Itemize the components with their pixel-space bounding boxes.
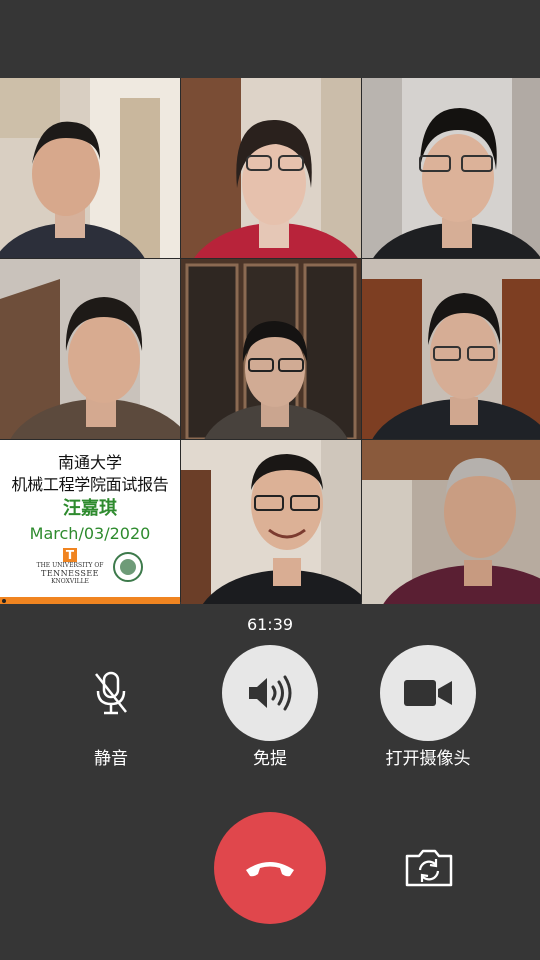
phone-hangup-icon bbox=[246, 862, 294, 877]
hangup-button[interactable] bbox=[214, 812, 326, 924]
mute-label: 静音 bbox=[94, 749, 128, 769]
video-tile-participant-3[interactable] bbox=[362, 78, 540, 258]
mute-button[interactable]: 静音 bbox=[36, 645, 186, 771]
camera-label: 打开摄像头 bbox=[385, 749, 471, 769]
call-timer: 61:39 bbox=[246, 615, 294, 634]
slide-footer-dot bbox=[2, 599, 6, 603]
speaker-circle[interactable] bbox=[222, 645, 318, 741]
video-tile-participant-8[interactable] bbox=[181, 440, 361, 604]
slide-university: 南通大学 bbox=[57, 453, 122, 472]
tennessee-logo: T THE UNIVERSITY OF TENNESSEE KNOXVILLE bbox=[36, 548, 104, 585]
video-tile-participant-5[interactable] bbox=[181, 259, 361, 439]
video-camera-icon bbox=[404, 680, 452, 706]
video-call-screen: 南通大学 机械工程学院面试报告 汪嘉琪 March/03/2020 T THE … bbox=[0, 0, 540, 960]
video-tile-participant-6[interactable] bbox=[362, 259, 540, 439]
switch-camera-icon bbox=[405, 849, 453, 887]
camera-circle[interactable] bbox=[380, 645, 476, 741]
slide-title: 机械工程学院面试报告 bbox=[11, 475, 169, 494]
video-tile-participant-1[interactable] bbox=[0, 78, 180, 258]
speaker-button[interactable]: 免提 bbox=[195, 645, 345, 771]
slide-date: March/03/2020 bbox=[29, 524, 151, 543]
camera-button[interactable]: 打开摄像头 bbox=[353, 645, 503, 771]
video-grid: 南通大学 机械工程学院面试报告 汪嘉琪 March/03/2020 T THE … bbox=[0, 78, 540, 604]
video-tile-participant-9[interactable] bbox=[362, 440, 540, 604]
mute-circle[interactable] bbox=[63, 645, 159, 741]
shared-slide-tile[interactable]: 南通大学 机械工程学院面试报告 汪嘉琪 March/03/2020 T THE … bbox=[0, 440, 180, 604]
ut-t-icon: T bbox=[63, 548, 77, 562]
speaker-label: 免提 bbox=[253, 749, 287, 769]
switch-camera-button[interactable] bbox=[403, 846, 455, 890]
microphone-icon bbox=[95, 671, 127, 715]
university-seal-icon bbox=[113, 552, 144, 582]
video-tile-participant-2[interactable] bbox=[181, 78, 361, 258]
slide-footer-bar bbox=[0, 597, 180, 604]
slide-presenter: 汪嘉琪 bbox=[63, 498, 117, 519]
speaker-icon bbox=[249, 675, 292, 711]
video-tile-participant-4[interactable] bbox=[0, 259, 180, 439]
slide-logos: T THE UNIVERSITY OF TENNESSEE KNOXVILLE bbox=[37, 548, 144, 586]
